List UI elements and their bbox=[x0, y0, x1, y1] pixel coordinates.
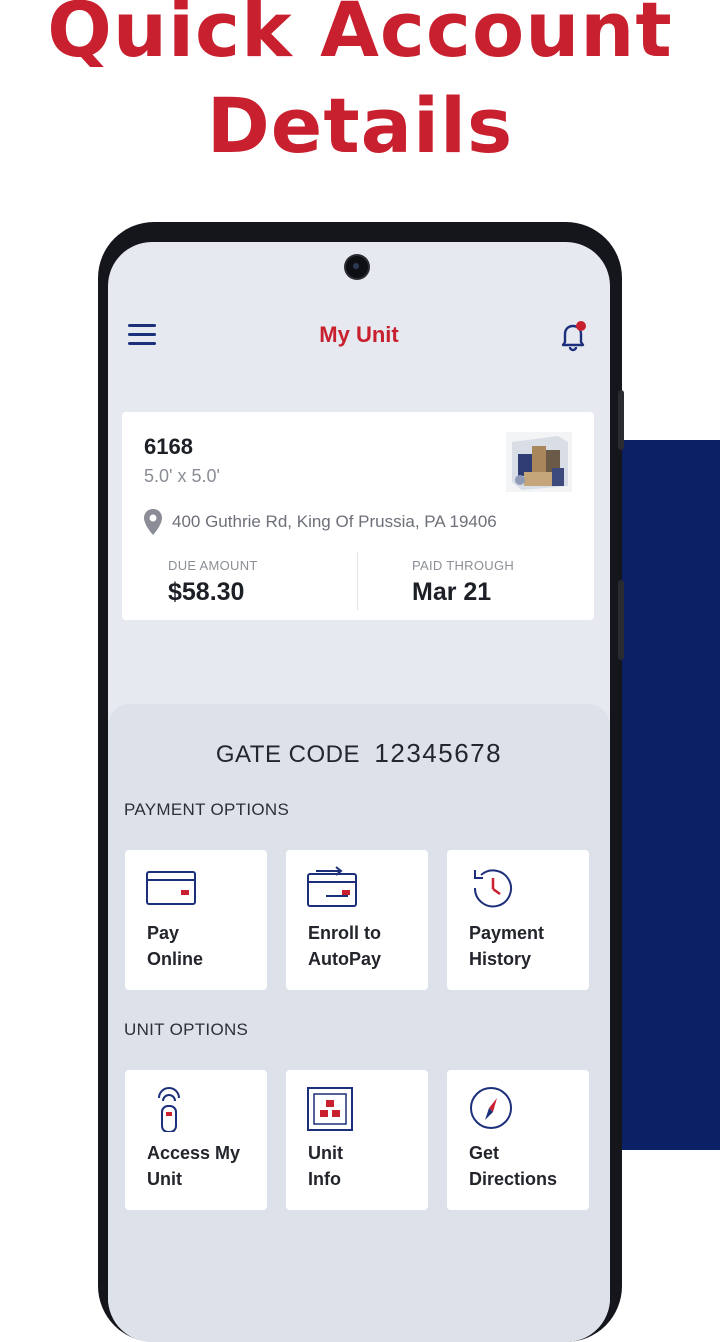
tile-label-line: Unit bbox=[147, 1169, 182, 1189]
page-title: My Unit bbox=[319, 322, 399, 347]
get-directions-button[interactable]: Get Directions bbox=[447, 1070, 589, 1210]
storage-unit-thumbnail bbox=[506, 432, 572, 492]
tile-label-line: Payment bbox=[469, 923, 545, 943]
autopay-card-icon bbox=[307, 866, 357, 907]
remote-access-icon bbox=[158, 1087, 180, 1132]
enroll-autopay-label: Enroll to AutoPay bbox=[308, 920, 424, 972]
tile-label-line: AutoPay bbox=[308, 949, 382, 969]
app-bar: My Unit bbox=[108, 302, 610, 368]
access-my-unit-label: Access My Unit bbox=[147, 1140, 263, 1192]
unit-options-heading: UNIT OPTIONS bbox=[124, 1020, 249, 1039]
pay-online-button[interactable]: Pay Online bbox=[125, 850, 267, 990]
location-pin-icon bbox=[144, 509, 162, 535]
unit-size: 5.0' x 5.0' bbox=[144, 466, 220, 486]
get-directions-label: Get Directions bbox=[469, 1140, 585, 1192]
unit-number: 6168 bbox=[144, 434, 193, 459]
tile-label-line: Pay bbox=[147, 923, 180, 943]
front-camera bbox=[346, 256, 368, 278]
tile-label-line: Info bbox=[308, 1169, 341, 1189]
unit-info-label: Unit Info bbox=[308, 1140, 424, 1192]
unit-info-icon bbox=[307, 1087, 353, 1131]
due-amount-value: $58.30 bbox=[168, 578, 245, 606]
paid-through-value: Mar 21 bbox=[412, 578, 492, 606]
tile-label-line: Online bbox=[147, 949, 204, 969]
due-amount-label: DUE AMOUNT bbox=[168, 558, 258, 573]
unit-summary-card[interactable]: 6168 5.0' x 5.0' 400 Guthrie Rd, King Of… bbox=[122, 412, 594, 620]
paid-through-label: PAID THROUGH bbox=[412, 558, 515, 573]
bell-icon[interactable] bbox=[556, 318, 590, 354]
unit-address: 400 Guthrie Rd, King Of Prussia, PA 1940… bbox=[172, 512, 497, 531]
pay-online-label: Pay Online bbox=[147, 920, 263, 972]
gate-code-display: GATE CODE 12345678 bbox=[108, 738, 610, 769]
phone-side-button-top bbox=[618, 390, 624, 450]
promo-title-line-2: Details bbox=[206, 81, 514, 170]
history-clock-icon bbox=[473, 869, 512, 908]
credit-card-icon bbox=[146, 871, 196, 905]
tile-label-line: Get bbox=[469, 1143, 500, 1163]
navy-decoration bbox=[620, 440, 720, 1150]
payment-history-button[interactable]: Payment History bbox=[447, 850, 589, 990]
gate-code-label: GATE CODE bbox=[215, 741, 360, 768]
phone-screen: My Unit 6168 5.0' x 5.0' 400 Guthrie Rd,… bbox=[108, 242, 610, 1342]
compass-icon bbox=[470, 1087, 512, 1129]
tile-label-line: Enroll to bbox=[308, 923, 381, 943]
tile-label-line: Unit bbox=[308, 1143, 343, 1163]
payment-history-label: Payment History bbox=[469, 920, 585, 972]
promo-title-line-1: Quick Account bbox=[47, 0, 673, 74]
tile-label-line: Access My bbox=[147, 1143, 241, 1163]
gate-code-value: 12345678 bbox=[374, 738, 503, 768]
unit-info-button[interactable]: Unit Info bbox=[286, 1070, 428, 1210]
access-my-unit-button[interactable]: Access My Unit bbox=[125, 1070, 267, 1210]
phone-side-button-bottom bbox=[618, 580, 624, 660]
card-divider bbox=[357, 552, 358, 610]
tile-label-line: History bbox=[469, 949, 532, 969]
enroll-autopay-button[interactable]: Enroll to AutoPay bbox=[286, 850, 428, 990]
tile-label-line: Directions bbox=[469, 1169, 558, 1189]
payment-options-heading: PAYMENT OPTIONS bbox=[124, 800, 290, 819]
promo-title: Quick Account Details bbox=[0, 0, 720, 174]
